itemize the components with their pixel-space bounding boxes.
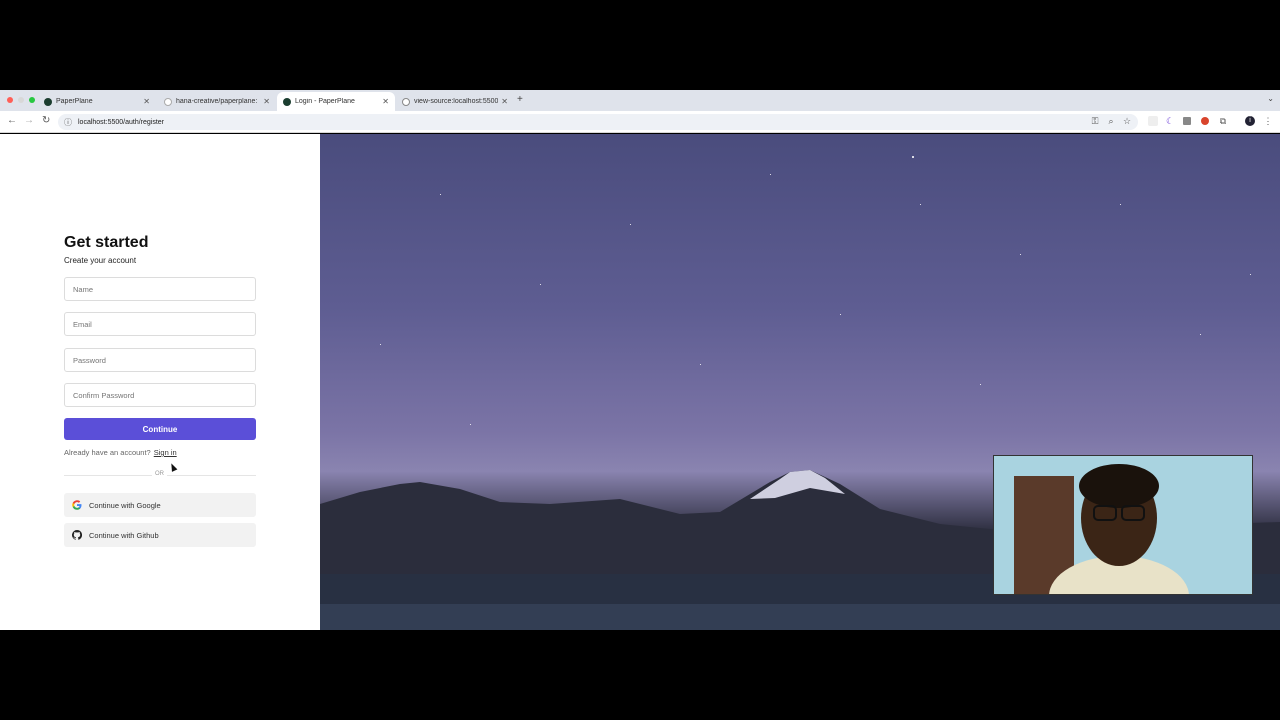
site-info-icon[interactable]: ⓘ [64, 117, 72, 128]
page-title: Get started [64, 234, 149, 251]
globe-favicon-icon [402, 97, 410, 106]
forward-icon[interactable]: → [24, 115, 34, 126]
tab-login-paperplane[interactable]: Login - PaperPlane ✕ [277, 92, 395, 111]
back-icon[interactable]: ← [7, 115, 17, 126]
profile-avatar-icon[interactable]: i [1245, 116, 1255, 126]
tab-close-icon[interactable]: ✕ [143, 97, 150, 106]
already-text: Already have an account? [64, 448, 151, 457]
extension-record-icon[interactable] [1201, 117, 1209, 125]
dark-mode-extension-icon[interactable]: ☾ [1165, 116, 1175, 126]
or-divider-label: OR [152, 471, 167, 477]
tab-view-source[interactable]: view-source:localhost:5500/ ✕ [396, 92, 514, 111]
minimize-window-icon[interactable] [18, 97, 24, 103]
signin-link[interactable]: Sign in [154, 448, 177, 457]
zoom-icon[interactable]: ⌕ [1106, 116, 1116, 126]
github-icon [72, 530, 82, 540]
extension-square-icon[interactable] [1183, 117, 1191, 125]
paperplane-favicon-icon [44, 97, 52, 106]
mouse-cursor-icon [168, 462, 178, 472]
password-key-icon[interactable]: ⚿ [1090, 116, 1100, 126]
browser-menu-icon[interactable]: ⋮ [1263, 116, 1273, 126]
tab-paperplane[interactable]: PaperPlane ✕ [38, 92, 156, 111]
tab-search-button[interactable]: ⌄ [1267, 94, 1274, 103]
presenter-webcam-image [994, 456, 1252, 594]
google-button-label: Continue with Google [89, 500, 161, 510]
tab-github-repo[interactable]: hana-creative/paperplane: ✕ [158, 92, 276, 111]
continue-button[interactable]: Continue [64, 418, 256, 440]
reload-icon[interactable]: ↻ [42, 115, 50, 126]
github-signin-button[interactable]: Continue with Github [64, 523, 256, 547]
close-window-icon[interactable] [7, 97, 13, 103]
night-sky-mountain-image [320, 134, 1280, 630]
tab-bar: PaperPlane ✕ hana-creative/paperplane: ✕… [0, 90, 1280, 111]
tab-close-icon[interactable]: ✕ [263, 97, 270, 106]
name-input[interactable] [64, 277, 256, 301]
screen: PaperPlane ✕ hana-creative/paperplane: ✕… [0, 0, 1280, 720]
signin-prompt: Already have an account? Sign in [64, 448, 177, 457]
extension-blank-icon[interactable] [1148, 116, 1158, 126]
register-panel: Get started Create your account Continue… [0, 134, 320, 630]
extensions-puzzle-icon[interactable]: ⧉ [1218, 116, 1228, 126]
webcam-overlay [993, 455, 1253, 595]
paperplane-favicon-icon [283, 97, 291, 106]
github-favicon-icon [164, 97, 172, 106]
password-input[interactable] [64, 348, 256, 372]
maximize-window-icon[interactable] [29, 97, 35, 103]
url-omnibox[interactable]: ⓘ localhost:5500/auth/register [58, 114, 1138, 130]
address-bar-row: ← → ↻ ⓘ localhost:5500/auth/register ⚿ ⌕… [0, 111, 1280, 133]
tab-close-icon[interactable]: ✕ [501, 97, 508, 106]
tab-close-icon[interactable]: ✕ [382, 97, 389, 106]
google-signin-button[interactable]: Continue with Google [64, 493, 256, 517]
email-input[interactable] [64, 312, 256, 336]
confirm-password-input[interactable] [64, 383, 256, 407]
page: Get started Create your account Continue… [0, 134, 1280, 630]
bookmark-star-icon[interactable]: ☆ [1122, 116, 1132, 126]
github-button-label: Continue with Github [89, 530, 159, 540]
url-text[interactable]: localhost:5500/auth/register [78, 119, 164, 126]
new-tab-button[interactable]: + [517, 94, 523, 105]
google-icon [72, 500, 82, 510]
page-subtitle: Create your account [64, 256, 137, 265]
